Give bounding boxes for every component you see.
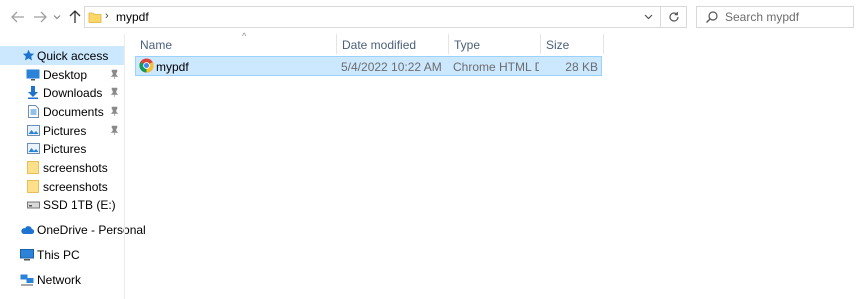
address-bar[interactable]: › mypdf — [84, 6, 687, 28]
sidebar-item-documents[interactable]: Documents — [0, 102, 124, 121]
sidebar-item-label: SSD 1TB (E:) — [43, 197, 116, 212]
address-history-button[interactable] — [639, 7, 657, 27]
breadcrumb-separator[interactable]: › — [105, 10, 109, 22]
sidebar-item-label: Documents — [43, 104, 104, 119]
cloud-icon — [20, 223, 34, 237]
sidebar-item-label: screenshots — [43, 179, 108, 194]
pin-icon — [110, 86, 119, 100]
sidebar-item-quick-access[interactable]: Quick access — [0, 46, 124, 65]
sidebar-item-label: Pictures — [43, 141, 87, 156]
document-icon — [26, 105, 40, 119]
desktop-icon — [26, 68, 40, 82]
sidebar-item-ssd-drive[interactable]: SSD 1TB (E:) — [0, 195, 124, 214]
up-button[interactable] — [66, 8, 84, 26]
search-placeholder[interactable]: Search mypdf — [725, 10, 799, 24]
file-row-mypdf[interactable]: mypdf 5/4/2022 10:22 AM Chrome HTML Do..… — [135, 56, 602, 76]
forward-button[interactable] — [31, 8, 49, 26]
sidebar-item-label: Network — [37, 272, 82, 287]
sidebar-item-downloads[interactable]: Downloads — [0, 83, 124, 102]
chevron-down-icon — [53, 15, 61, 20]
refresh-button[interactable] — [660, 7, 686, 27]
file-date-modified: 5/4/2022 10:22 AM — [341, 60, 442, 74]
recent-locations-button[interactable] — [51, 8, 63, 26]
refresh-icon — [668, 12, 679, 22]
file-type: Chrome HTML Do... — [453, 60, 539, 74]
arrow-up-icon — [69, 10, 81, 23]
column-header-label: Type — [454, 38, 481, 52]
sort-ascending-icon: ^ — [242, 31, 247, 41]
pin-icon — [110, 68, 119, 82]
address-row: › mypdf Search mypdf — [0, 0, 862, 34]
computer-icon — [20, 248, 34, 262]
sidebar-item-desktop[interactable]: Desktop — [0, 65, 124, 84]
sidebar-item-screenshots-2[interactable]: screenshots — [0, 177, 124, 196]
column-header-date-modified[interactable]: Date modified — [337, 34, 448, 54]
pin-icon — [110, 105, 119, 119]
search-box[interactable]: Search mypdf — [696, 6, 854, 28]
file-name: mypdf — [156, 60, 189, 74]
download-icon — [26, 86, 40, 100]
folder-icon — [26, 180, 40, 194]
column-header-size[interactable]: Size — [541, 34, 603, 54]
sidebar-item-network[interactable]: Network — [0, 270, 124, 289]
star-icon — [21, 49, 35, 63]
sidebar-item-pictures[interactable]: Pictures — [0, 121, 124, 140]
column-header-name[interactable]: ^ Name — [135, 31, 336, 54]
sidebar-item-label: Quick access — [37, 48, 109, 63]
folder-icon — [88, 10, 102, 27]
sidebar-item-label: Downloads — [43, 85, 103, 100]
chevron-down-icon — [644, 14, 653, 20]
sidebar-item-label: Pictures — [43, 123, 87, 138]
pin-icon — [110, 124, 119, 138]
file-list: ^ Name Date modified Type Size mypdf 5/4… — [125, 31, 862, 299]
column-header-label: Date modified — [342, 38, 417, 52]
arrow-left-icon — [11, 11, 24, 23]
navigation-pane: Quick access Desktop Downloads Documents — [0, 34, 146, 299]
column-header-type[interactable]: Type — [449, 34, 540, 54]
breadcrumb-mypdf[interactable]: mypdf — [116, 10, 149, 24]
back-button[interactable] — [9, 8, 27, 26]
sidebar-item-screenshots[interactable]: screenshots — [0, 158, 124, 177]
folder-icon — [26, 161, 40, 175]
column-divider[interactable] — [603, 34, 604, 54]
file-size: 28 KB — [565, 60, 598, 74]
drive-icon — [26, 198, 40, 212]
sidebar-item-label: Desktop — [43, 67, 88, 82]
sidebar-item-label: This PC — [37, 247, 80, 262]
sidebar-item-this-pc[interactable]: This PC — [0, 245, 124, 264]
pictures-icon — [26, 124, 40, 138]
search-icon — [705, 10, 719, 27]
network-icon — [20, 273, 34, 287]
column-header-label: Name — [140, 38, 173, 52]
sidebar-item-label: screenshots — [43, 160, 108, 175]
chrome-icon — [139, 58, 154, 76]
pictures-icon — [26, 142, 40, 156]
column-header-label: Size — [546, 38, 570, 52]
arrow-right-icon — [34, 11, 47, 23]
sidebar-item-onedrive[interactable]: OneDrive - Personal — [0, 220, 146, 239]
sidebar-item-pictures-2[interactable]: Pictures — [0, 139, 124, 158]
